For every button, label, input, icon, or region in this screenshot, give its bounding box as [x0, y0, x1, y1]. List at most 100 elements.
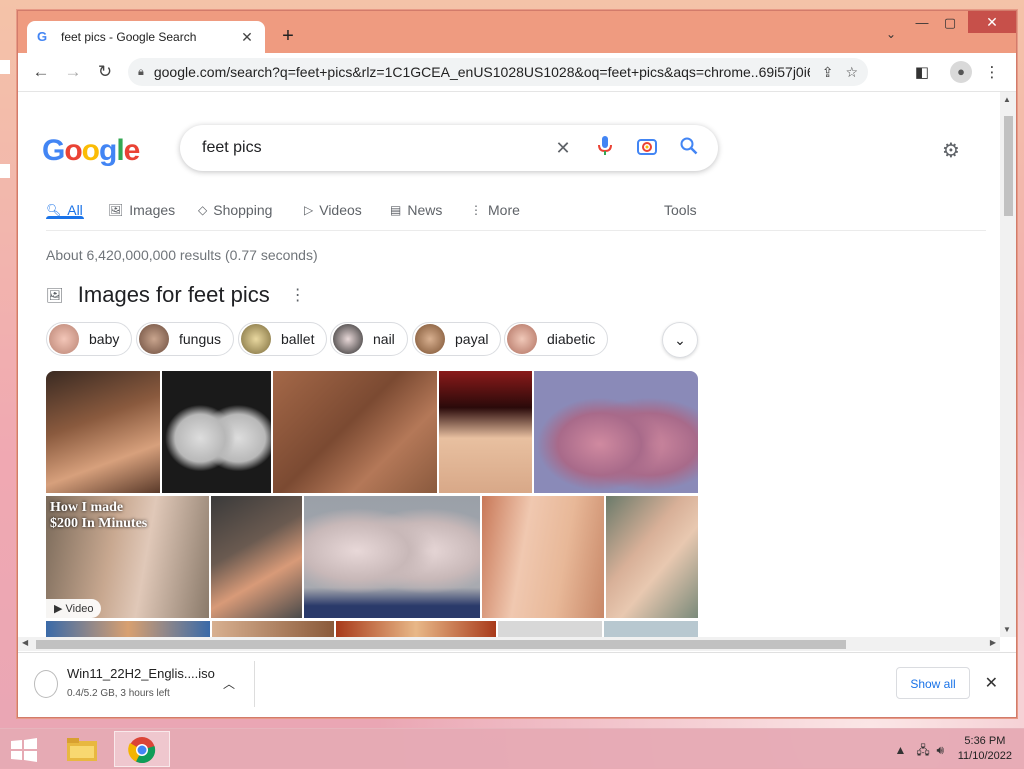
chip-payal[interactable]: payal: [412, 322, 502, 356]
image-result[interactable]: [482, 496, 604, 618]
tab-all[interactable]: 🔍︎ All: [46, 202, 84, 219]
settings-gear-icon[interactable]: ⚙: [942, 138, 960, 163]
image-result[interactable]: [439, 371, 532, 493]
tools-button[interactable]: Tools: [664, 202, 697, 218]
horizontal-scrollbar[interactable]: ◀ ▶: [18, 637, 1000, 651]
vertical-scrollbar[interactable]: ▲ ▼: [1000, 92, 1016, 637]
thumbnail-overlay-text: How I made $200 In Minutes: [50, 500, 148, 531]
tab-more[interactable]: ⋮ More: [470, 202, 520, 218]
tab-videos[interactable]: ▷ Videos: [304, 202, 362, 218]
url-text: google.com/search?q=feet+pics&rlz=1C1GCE…: [153, 64, 810, 80]
browser-tab[interactable]: G feet pics - Google Search ✕: [27, 21, 265, 53]
image-icon: 🖼︎: [46, 286, 64, 303]
share-icon[interactable]: ⇪: [822, 64, 834, 81]
chip-thumbnail: [333, 324, 363, 354]
active-tab-indicator: [46, 216, 84, 219]
tab-title: feet pics - Google Search: [61, 30, 197, 44]
search-icon: 🔍︎: [46, 203, 62, 217]
scroll-down-arrow-icon[interactable]: ▼: [1003, 625, 1011, 634]
profile-avatar[interactable]: ●: [950, 61, 972, 83]
news-icon: ▤: [390, 203, 402, 217]
result-stats: About 6,420,000,000 results (0.77 second…: [46, 247, 318, 263]
search-input[interactable]: [200, 138, 532, 158]
tab-search-chevron-icon[interactable]: ⌄: [886, 27, 896, 41]
volume-icon[interactable]: 🔊︎: [936, 743, 944, 757]
new-tab-button[interactable]: +: [276, 25, 300, 48]
download-options-chevron-icon[interactable]: ︿: [223, 675, 235, 692]
chip-diabetic[interactable]: diabetic: [504, 322, 609, 356]
windows-start-icon[interactable]: [10, 738, 38, 762]
file-explorer-icon[interactable]: [54, 731, 110, 767]
tab-shopping[interactable]: ◇ Shopping: [198, 202, 272, 218]
desktop-icon-fragment: [0, 60, 10, 74]
chip-fungus[interactable]: fungus: [136, 322, 235, 356]
show-hidden-icons-icon[interactable]: ▲: [894, 743, 906, 757]
image-icon: 🖼︎: [108, 203, 124, 217]
maximize-button[interactable]: ▢: [936, 13, 964, 33]
camera-lens-icon[interactable]: [636, 137, 658, 160]
more-options-icon[interactable]: ⋮: [290, 285, 306, 305]
forward-icon[interactable]: →: [62, 62, 84, 82]
chip-baby[interactable]: baby: [46, 322, 133, 356]
download-filename[interactable]: Win11_22H2_Englis....iso: [67, 666, 215, 681]
search-submit-icon[interactable]: [678, 137, 700, 160]
image-result[interactable]: [162, 371, 271, 493]
search-box: ✕: [180, 125, 718, 171]
clock-date: 11/10/2022: [957, 750, 1012, 762]
minimize-button[interactable]: —: [908, 13, 936, 33]
clock[interactable]: 5:36 PM 11/10/2022: [958, 734, 1012, 764]
images-section-heading: 🖼︎ Images for feet pics ⋮: [46, 282, 306, 308]
tab-news[interactable]: ▤ News: [390, 202, 442, 218]
reload-icon[interactable]: ↻: [94, 62, 116, 82]
image-result[interactable]: How I made $200 In Minutes ▶ Video: [46, 496, 209, 618]
scroll-right-arrow-icon[interactable]: ▶: [990, 638, 996, 647]
back-icon[interactable]: ←: [30, 62, 52, 82]
image-result[interactable]: [606, 496, 698, 618]
lock-icon: 🔒︎: [138, 65, 144, 78]
chip-thumbnail: [139, 324, 169, 354]
show-all-button[interactable]: Show all: [896, 667, 970, 699]
image-result[interactable]: [534, 371, 698, 493]
images-heading-text[interactable]: Images for feet pics: [78, 282, 270, 308]
file-icon: [34, 670, 58, 698]
image-result[interactable]: [304, 496, 480, 618]
clear-icon[interactable]: ✕: [552, 138, 574, 159]
chip-thumbnail: [507, 324, 537, 354]
bookmark-star-icon[interactable]: ☆: [845, 64, 858, 81]
scroll-left-arrow-icon[interactable]: ◀: [22, 638, 28, 647]
download-status: 0.4/5.2 GB, 3 hours left: [67, 688, 170, 699]
chip-thumbnail: [49, 324, 79, 354]
microphone-icon[interactable]: [594, 135, 616, 161]
system-tray: ▲ 🖧︎ 🔊︎: [894, 741, 944, 762]
image-result[interactable]: [211, 496, 302, 618]
image-result[interactable]: [273, 371, 437, 493]
image-result[interactable]: [604, 621, 698, 637]
tab-close-icon[interactable]: ✕: [239, 29, 255, 46]
close-shelf-icon[interactable]: ✕: [985, 673, 998, 693]
chip-nail[interactable]: nail: [330, 322, 408, 356]
tab-images[interactable]: 🖼︎ Images: [108, 202, 175, 218]
image-result[interactable]: [212, 621, 334, 637]
vertical-scroll-thumb[interactable]: [1004, 116, 1013, 216]
menu-kebab-icon[interactable]: ⋮: [982, 63, 1002, 81]
tag-icon: ◇: [198, 203, 208, 217]
google-logo[interactable]: Google: [42, 134, 140, 168]
image-result[interactable]: [46, 621, 210, 637]
clock-time: 5:36 PM: [964, 735, 1006, 747]
close-window-button[interactable]: ✕: [968, 11, 1016, 33]
browser-toolbar: ← → ↻ 🔒︎ google.com/search?q=feet+pics&r…: [18, 53, 1016, 92]
chip-ballet[interactable]: ballet: [238, 322, 328, 356]
chrome-taskbar-icon[interactable]: [114, 731, 170, 767]
scroll-up-arrow-icon[interactable]: ▲: [1003, 95, 1011, 104]
image-result[interactable]: [498, 621, 602, 637]
image-result[interactable]: [46, 371, 160, 493]
image-result[interactable]: [336, 621, 496, 637]
video-badge: ▶ Video: [46, 599, 102, 618]
address-bar[interactable]: 🔒︎ google.com/search?q=feet+pics&rlz=1C1…: [128, 58, 868, 86]
network-icon[interactable]: 🖧︎: [916, 743, 929, 757]
chip-thumbnail: [415, 324, 445, 354]
horizontal-scroll-thumb[interactable]: [36, 640, 846, 649]
taskbar: ▲ 🖧︎ 🔊︎ 5:36 PM 11/10/2022: [0, 728, 1024, 769]
chips-expand-chevron-icon[interactable]: ⌄: [662, 322, 698, 358]
side-panel-icon[interactable]: ◧: [912, 63, 932, 81]
